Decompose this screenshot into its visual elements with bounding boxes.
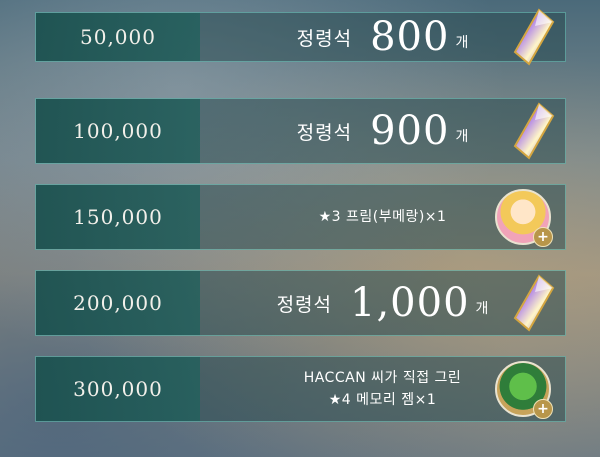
reward-threshold: 300,000 <box>36 357 200 421</box>
reward-row-50000: 50,000 정령석 800 개 <box>35 8 566 66</box>
add-icon[interactable]: + <box>533 227 553 247</box>
reward-threshold: 150,000 <box>36 185 200 249</box>
reward-threshold: 200,000 <box>36 271 200 335</box>
reward-item-name: 정령석 <box>276 293 333 316</box>
reward-row-200000: 200,000 정령석 1,000 개 <box>35 270 566 336</box>
reward-content: 정령석 900 개 <box>200 99 565 163</box>
reward-content: ★3 프림(부메랑)×1 + <box>200 185 565 249</box>
reward-page: { "rows": [ {"amount": "50,000", "word":… <box>0 0 600 457</box>
reward-content: 정령석 800 개 <box>200 8 565 66</box>
add-icon[interactable]: + <box>533 399 553 419</box>
reward-line-2: ★4 메모리 젬×1 <box>328 392 437 408</box>
reward-row-300000: 300,000 HACCAN 씨가 직접 그린 ★4 메모리 젬×1 + <box>35 356 566 422</box>
reward-unit: 개 <box>475 301 489 317</box>
reward-count: 800 <box>370 14 450 60</box>
reward-item-name: 정령석 <box>296 27 353 50</box>
reward-count: 1,000 <box>350 280 470 326</box>
reward-line-1: HACCAN 씨가 직접 그린 <box>303 370 462 386</box>
reward-item-name: ★3 프림(부메랑)×1 <box>318 209 447 225</box>
reward-row-100000: 100,000 정령석 900 개 <box>35 98 566 164</box>
reward-count: 900 <box>370 108 450 154</box>
spirit-stone-crystal-icon <box>513 102 555 160</box>
spirit-stone-crystal-icon <box>513 8 555 66</box>
reward-content: 정령석 1,000 개 <box>200 271 565 335</box>
reward-row-150000: 150,000 ★3 프림(부메랑)×1 + <box>35 184 566 250</box>
reward-item-name: 정령석 <box>296 121 353 144</box>
reward-content: HACCAN 씨가 직접 그린 ★4 메모리 젬×1 + <box>200 357 565 421</box>
reward-unit: 개 <box>455 129 469 145</box>
reward-description: HACCAN 씨가 직접 그린 ★4 메모리 젬×1 <box>304 367 462 411</box>
reward-unit: 개 <box>455 35 469 51</box>
reward-threshold: 50,000 <box>36 13 200 61</box>
spirit-stone-crystal-icon <box>513 274 555 332</box>
reward-threshold: 100,000 <box>36 99 200 163</box>
